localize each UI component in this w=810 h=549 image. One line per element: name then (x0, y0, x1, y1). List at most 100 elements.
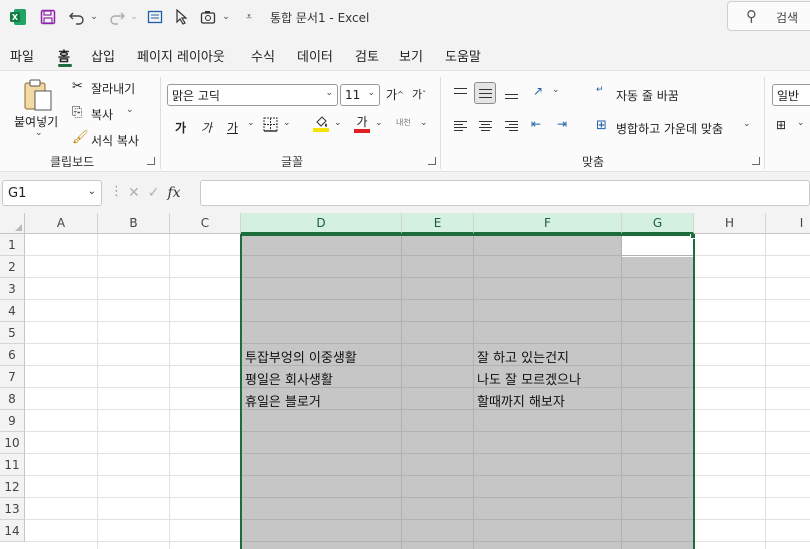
paste-icon[interactable] (22, 77, 58, 113)
column-header-f[interactable]: F (474, 213, 622, 234)
font-size-select[interactable]: 11 ⌄ (340, 84, 380, 106)
format-painter-button[interactable]: 서식 복사 (91, 132, 139, 149)
align-right-icon[interactable] (500, 115, 522, 137)
align-middle-icon[interactable] (474, 82, 496, 104)
format-painter-icon[interactable]: 🖌 (72, 130, 89, 145)
tab-review[interactable]: 검토 (355, 46, 379, 65)
cell-f8[interactable]: 할때까지 해보자 (477, 389, 565, 411)
tab-help[interactable]: 도움말 (445, 46, 481, 65)
column-header-a[interactable]: A (25, 213, 98, 234)
alignment-launcher-icon[interactable] (752, 157, 760, 165)
grow-font-button[interactable]: 가 ^ (386, 86, 404, 103)
tab-formulas[interactable]: 수식 (251, 46, 275, 65)
camera-icon[interactable] (198, 6, 220, 28)
wrap-text-button[interactable]: 자동 줄 바꿈 (616, 87, 679, 104)
cut-button[interactable]: 잘라내기 (91, 80, 135, 97)
cancel-icon[interactable]: ✕ (128, 185, 140, 201)
row-header-2[interactable]: 2 (0, 256, 25, 278)
currency-format-icon[interactable]: ⊞ (776, 118, 786, 132)
column-header-e[interactable]: E (402, 213, 474, 234)
row-header-14[interactable]: 14 (0, 520, 25, 542)
font-color-button[interactable]: 가 (354, 115, 370, 135)
camera-dropdown-icon[interactable]: ⌄ (220, 6, 232, 28)
copy-icon[interactable]: ⎘ (72, 105, 82, 120)
tab-file[interactable]: 파일 (10, 46, 34, 65)
tab-page-layout[interactable]: 페이지 레이아웃 (137, 46, 225, 65)
shrink-font-button[interactable]: 가ˇ (412, 86, 426, 102)
row-header-10[interactable]: 10 (0, 432, 25, 454)
align-top-icon[interactable] (449, 82, 471, 104)
paste-dropdown-icon[interactable]: ⌄ (35, 128, 43, 138)
wrap-text-icon[interactable]: ↵ (596, 85, 604, 95)
tab-home[interactable]: 홈 (58, 46, 70, 65)
insert-function-button[interactable]: fx (167, 185, 180, 201)
row-header-11[interactable]: 11 (0, 454, 25, 476)
row-header-4[interactable]: 4 (0, 300, 25, 322)
merge-center-button[interactable]: 병합하고 가운데 맞춤 (616, 120, 723, 137)
row-header-1[interactable]: 1 (0, 234, 25, 256)
fill-color-dropdown-icon[interactable]: ⌄ (334, 118, 342, 128)
underline-button[interactable]: 가 (227, 119, 238, 136)
borders-icon[interactable] (263, 116, 279, 132)
cut-icon[interactable]: ✂ (72, 79, 83, 94)
decrease-indent-icon[interactable]: ⇤ (531, 117, 541, 131)
pointer-icon[interactable] (173, 6, 191, 28)
copy-dropdown-icon[interactable]: ⌄ (126, 105, 134, 115)
increase-indent-icon[interactable]: ⇥ (557, 117, 567, 131)
formula-input[interactable] (200, 180, 810, 206)
italic-button[interactable]: 가 (201, 119, 212, 136)
form-icon[interactable] (145, 6, 165, 28)
orientation-dropdown-icon[interactable]: ⌄ (552, 85, 560, 95)
search-box[interactable]: ⚲ 검색 (727, 1, 810, 31)
cell-d7[interactable]: 평일은 회사생활 (245, 367, 333, 389)
tab-insert[interactable]: 삽입 (91, 46, 115, 65)
cell-f7[interactable]: 나도 잘 모르겠으나 (477, 367, 581, 389)
row-header-9[interactable]: 9 (0, 410, 25, 432)
column-header-h[interactable]: H (694, 213, 766, 234)
name-box[interactable]: G1 ⌄ (2, 180, 102, 206)
column-header-b[interactable]: B (98, 213, 170, 234)
tab-view[interactable]: 보기 (399, 46, 423, 65)
row-header-7[interactable]: 7 (0, 366, 25, 388)
align-left-icon[interactable] (449, 115, 471, 137)
row-header-8[interactable]: 8 (0, 388, 25, 410)
fill-color-icon[interactable] (312, 115, 330, 135)
align-center-icon[interactable] (474, 115, 496, 137)
column-header-i[interactable]: I (766, 213, 810, 234)
cell-f6[interactable]: 잘 하고 있는건지 (477, 345, 569, 367)
row-header-13[interactable]: 13 (0, 498, 25, 520)
merge-center-icon[interactable]: ⊞ (596, 118, 607, 133)
row-header-12[interactable]: 12 (0, 476, 25, 498)
font-color-dropdown-icon[interactable]: ⌄ (375, 118, 383, 128)
borders-dropdown-icon[interactable]: ⌄ (283, 118, 291, 128)
row-header-3[interactable]: 3 (0, 278, 25, 300)
save-icon[interactable] (38, 6, 58, 28)
bold-button[interactable]: 가 (175, 119, 186, 136)
currency-dropdown-icon[interactable]: ⌄ (797, 118, 805, 128)
column-header-g[interactable]: G (622, 213, 694, 234)
row-header-6[interactable]: 6 (0, 344, 25, 366)
enter-icon[interactable]: ✓ (148, 185, 160, 201)
phonetic-dropdown-icon[interactable]: ⌄ (420, 118, 428, 128)
align-bottom-icon[interactable] (500, 82, 522, 104)
redo-dropdown-icon[interactable]: ⌄ (128, 6, 140, 28)
tab-data[interactable]: 데이터 (297, 46, 333, 65)
column-header-c[interactable]: C (170, 213, 241, 234)
font-name-select[interactable]: 맑은 고딕 ⌄ (167, 84, 338, 106)
row-header-5[interactable]: 5 (0, 322, 25, 344)
phonetic-button[interactable]: 내천 (396, 117, 411, 128)
font-launcher-icon[interactable] (428, 157, 436, 165)
underline-dropdown-icon[interactable]: ⌄ (247, 118, 255, 128)
cell-d6[interactable]: 투잡부엉의 이중생활 (245, 345, 357, 367)
undo-icon[interactable] (66, 6, 88, 28)
redo-icon[interactable] (106, 6, 128, 28)
merge-dropdown-icon[interactable]: ⌄ (743, 119, 751, 129)
clipboard-launcher-icon[interactable] (147, 157, 155, 165)
undo-dropdown-icon[interactable]: ⌄ (88, 6, 100, 28)
cell-d8[interactable]: 휴일은 블로거 (245, 389, 321, 411)
select-all-button[interactable] (0, 213, 25, 234)
orientation-icon[interactable]: ↗ (533, 84, 543, 98)
copy-button[interactable]: 복사 (91, 106, 113, 123)
column-header-d[interactable]: D (241, 213, 402, 234)
customize-qat-icon[interactable]: ⩡ (242, 6, 256, 28)
